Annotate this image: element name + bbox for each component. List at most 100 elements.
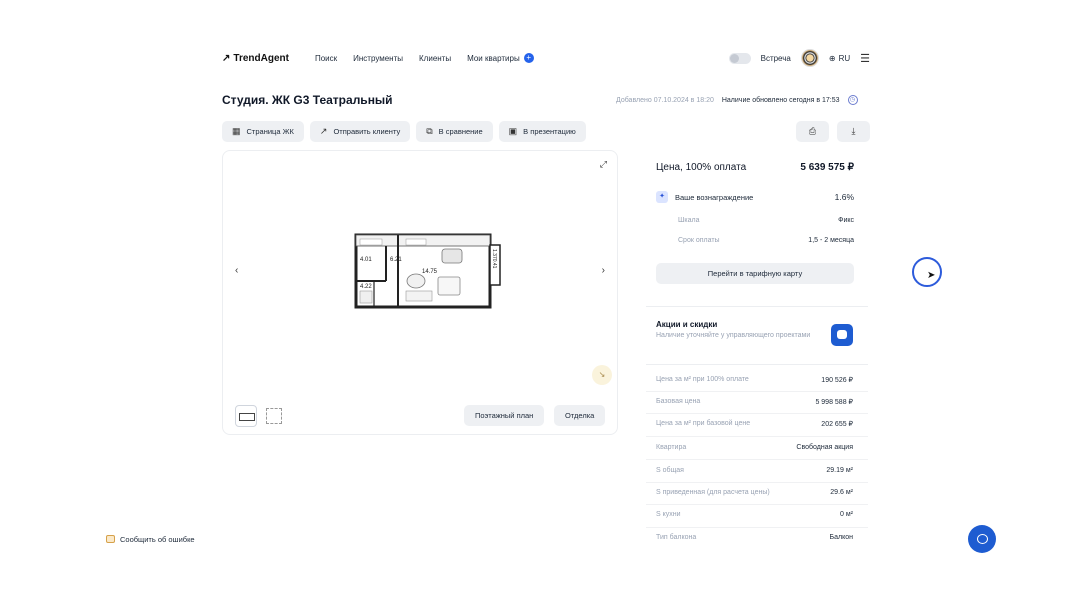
property-value: 0 м²: [840, 511, 853, 518]
balcony-label: 1.370.41: [491, 249, 497, 269]
printer-icon: ⎙: [808, 126, 817, 136]
compass-icon: ↘: [592, 365, 612, 385]
property-label: Квартира: [656, 444, 687, 451]
room-label: 6.21: [390, 257, 402, 263]
plan-thumbnail[interactable]: [235, 405, 257, 427]
plus-icon[interactable]: +: [523, 53, 534, 63]
meeting-label: Встреча: [760, 53, 791, 63]
property-row: Квартира Свободная акция: [656, 444, 853, 451]
report-error-label: Сообщить об ошибке: [120, 534, 195, 544]
add-to-compare-label: В сравнение: [438, 127, 483, 136]
finishing-button[interactable]: Отделка: [554, 405, 606, 426]
cursor-icon: ➤: [927, 270, 936, 281]
row-divider: [646, 459, 868, 460]
scale-value: Фикс: [838, 217, 854, 224]
room-label: 4.01: [360, 257, 372, 263]
main-nav: Поиск Инструменты Клиенты Мои квартиры +: [315, 53, 534, 63]
menu-icon[interactable]: ☰: [860, 52, 870, 65]
row-divider: [646, 413, 868, 414]
promo-title: Акции и скидки: [656, 320, 718, 329]
reward-label: Ваше вознаграждение: [675, 192, 754, 202]
compare-icon: ⧉: [426, 126, 433, 136]
term-row: Срок оплаты 1,5 - 2 месяца: [678, 237, 854, 244]
floor-plan-viewer: ⤢ ‹ › 4.01 6.21 14.75 4.22 1.370.41 ↘ По…: [222, 150, 618, 435]
price-label: Цена, 100% оплата: [656, 162, 747, 173]
top-header: ↗ TrendAgent Поиск Инструменты Клиенты М…: [222, 48, 870, 68]
download-icon: ⤓: [851, 126, 856, 136]
tariff-card-button[interactable]: Перейти в тарифную карту: [656, 263, 854, 284]
property-label: S общая: [656, 467, 684, 474]
meeting-toggle[interactable]: [728, 52, 751, 64]
complex-page-button[interactable]: ▦ Страница ЖК: [222, 121, 304, 142]
term-value: 1,5 - 2 месяца: [808, 237, 854, 244]
presentation-icon: ▣: [508, 126, 518, 136]
avatar[interactable]: [800, 49, 819, 67]
language-label: RU: [838, 53, 851, 63]
nav-item-my-apartments-label: Мои квартиры: [467, 53, 520, 63]
chat-icon[interactable]: [831, 324, 853, 346]
property-label: Тип балкона: [656, 534, 697, 541]
header-right: Встреча ⊕ RU ☰: [728, 49, 870, 67]
property-value: Свободная акция: [796, 444, 853, 451]
support-chat-button[interactable]: [968, 525, 996, 553]
reward-row: ✦ Ваше вознаграждение 1.6%: [656, 191, 854, 203]
row-divider: [646, 504, 868, 505]
history-clock-icon[interactable]: ◷: [847, 95, 858, 105]
property-row: S кухни 0 м²: [656, 511, 853, 518]
nav-item-search[interactable]: Поиск: [315, 53, 337, 63]
download-button[interactable]: ⤓: [837, 121, 870, 142]
property-row: Цена за м² при 100% оплате 190 526 ₽: [656, 376, 853, 384]
property-row: S общая 29.19 м²: [656, 467, 853, 474]
add-to-presentation-label: В презентацию: [523, 127, 576, 136]
nav-item-clients[interactable]: Клиенты: [419, 53, 451, 63]
property-value: 29.19 м²: [826, 467, 853, 474]
logo-arrow-icon: ↗: [222, 52, 231, 64]
property-label: Цена за м² при 100% оплате: [656, 376, 749, 383]
property-value: 202 655 ₽: [821, 421, 853, 428]
reward-icon: ✦: [656, 191, 668, 203]
update-meta: Добавлено 07.10.2024 в 18:20 Наличие обн…: [616, 95, 858, 105]
action-toolbar: ▦ Страница ЖК ↗ Отправить клиенту ⧉ В ср…: [222, 121, 586, 142]
message-icon: [106, 535, 115, 543]
globe-icon: ⊕: [828, 53, 836, 63]
price-row: Цена, 100% оплата 5 639 575 ₽: [656, 162, 854, 173]
property-label: Базовая цена: [656, 398, 701, 405]
scale-row: Шкала Фикс: [678, 217, 854, 224]
property-label: S кухни: [656, 511, 681, 518]
print-button[interactable]: ⎙: [796, 121, 829, 142]
row-divider: [646, 527, 868, 528]
divider: [646, 306, 868, 307]
language-selector[interactable]: ⊕ RU: [829, 54, 850, 63]
send-to-client-button[interactable]: ↗ Отправить клиенту: [309, 121, 411, 142]
send-to-client-label: Отправить клиенту: [333, 127, 401, 136]
property-row: S приведенная (для расчета цены) 29.6 м²: [656, 489, 853, 496]
scale-label: Шкала: [678, 217, 700, 224]
page-title: Студия. ЖК G3 Театральный: [222, 93, 393, 107]
term-label: Срок оплаты: [678, 237, 720, 244]
property-value: Балкон: [829, 534, 853, 541]
row-divider: [646, 482, 868, 483]
chevron-left-icon[interactable]: ‹: [235, 265, 238, 276]
nav-item-tools[interactable]: Инструменты: [353, 53, 403, 63]
chevron-right-icon[interactable]: ›: [602, 265, 605, 276]
add-to-compare-button[interactable]: ⧉ В сравнение: [416, 121, 493, 142]
property-row: Базовая цена 5 998 588 ₽: [656, 398, 853, 406]
reward-value: 1.6%: [834, 192, 854, 202]
property-value: 190 526 ₽: [821, 377, 853, 384]
report-error-button[interactable]: Сообщить об ошибке: [100, 531, 201, 547]
room-label: 4.22: [360, 284, 372, 290]
add-to-presentation-button[interactable]: ▣ В презентацию: [498, 121, 586, 142]
row-divider: [646, 436, 868, 437]
property-value: 29.6 м²: [830, 489, 853, 496]
expand-icon[interactable]: ⤢: [600, 159, 607, 170]
floor-plan-button[interactable]: Поэтажный план: [464, 405, 545, 426]
added-date: Добавлено 07.10.2024 в 18:20: [616, 96, 714, 104]
property-row: Тип балкона Балкон: [656, 534, 853, 541]
floor-thumbnail[interactable]: [263, 405, 285, 427]
property-value: 5 998 588 ₽: [815, 399, 853, 406]
nav-item-my-apartments[interactable]: Мои квартиры +: [467, 53, 534, 63]
share-arrow-icon: ↗: [319, 126, 328, 136]
logo[interactable]: ↗ TrendAgent: [222, 53, 289, 64]
complex-page-label: Страница ЖК: [246, 127, 294, 136]
logo-text: TrendAgent: [233, 52, 289, 64]
